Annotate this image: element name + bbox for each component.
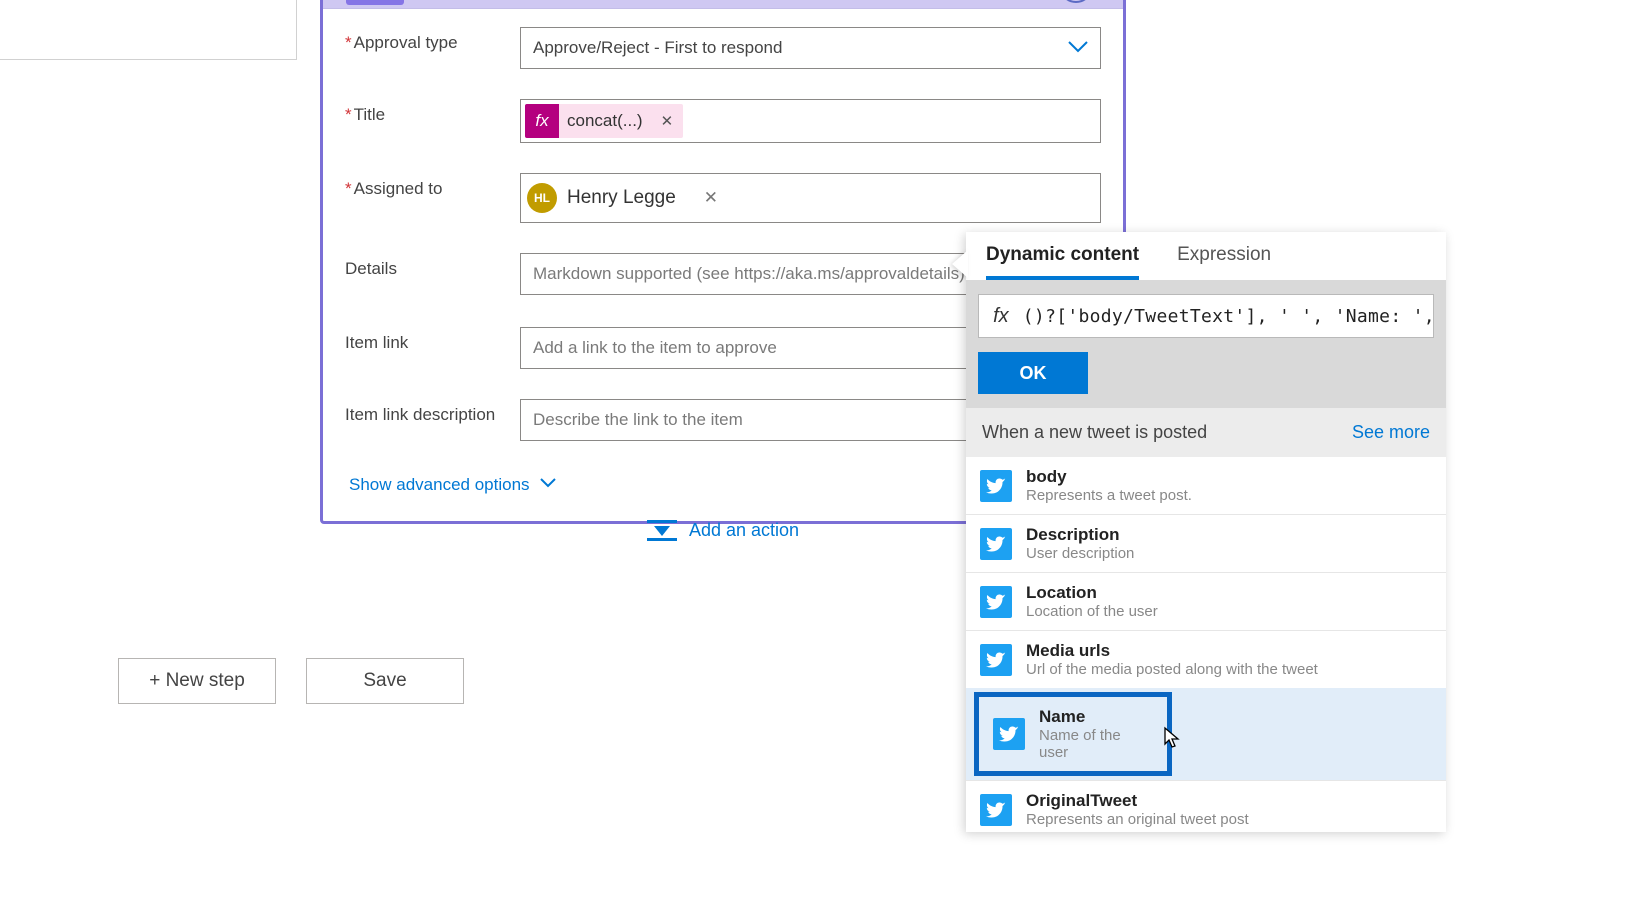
item-link-desc-placeholder: Describe the link to the item	[533, 410, 743, 430]
twitter-icon	[980, 644, 1012, 676]
dyn-item-original-tweet[interactable]: OriginalTweet Represents an original twe…	[966, 781, 1446, 838]
left-panel	[0, 0, 297, 60]
label-approval-type: *Approval type	[345, 27, 520, 53]
item-title: Media urls	[1026, 641, 1318, 661]
label-title: *Title	[345, 99, 520, 125]
cursor-icon	[1162, 726, 1184, 752]
dyn-item-description[interactable]: Description User description	[966, 515, 1446, 573]
item-title: OriginalTweet	[1026, 791, 1249, 811]
remove-pill-icon[interactable]: ✕	[651, 112, 684, 130]
twitter-icon	[980, 470, 1012, 502]
save-button[interactable]: Save	[306, 658, 464, 704]
details-placeholder: Markdown supported (see https://aka.ms/a…	[533, 264, 965, 284]
section-header: When a new tweet is posted See more	[966, 408, 1446, 457]
panel-pointer	[952, 250, 968, 278]
item-link-placeholder: Add a link to the item to approve	[533, 338, 777, 358]
dynamic-content-panel: Dynamic content Expression fx ()?['body/…	[966, 232, 1446, 832]
add-action-label: Add an action	[689, 520, 799, 541]
chevron-down-icon	[1068, 37, 1088, 60]
concat-text: concat(...)	[559, 111, 651, 131]
expression-area: fx ()?['body/TweetText'], ' ', 'Name: ',…	[966, 280, 1446, 408]
ok-button[interactable]: OK	[978, 352, 1088, 394]
item-title: body	[1026, 467, 1192, 487]
twitter-icon	[980, 586, 1012, 618]
item-title: Description	[1026, 525, 1134, 545]
item-sub: Url of the media posted along with the t…	[1026, 661, 1318, 678]
title-input[interactable]: fx concat(...) ✕	[520, 99, 1101, 143]
item-sub: Name of the user	[1039, 727, 1153, 761]
item-sub: Location of the user	[1026, 603, 1158, 620]
item-link-desc-input[interactable]: Describe the link to the item	[520, 399, 970, 441]
item-sub: Represents a tweet post.	[1026, 487, 1192, 504]
section-title: When a new tweet is posted	[982, 422, 1207, 443]
tab-dynamic-content[interactable]: Dynamic content	[986, 244, 1139, 280]
dyn-item-location[interactable]: Location Location of the user	[966, 573, 1446, 631]
see-more-link[interactable]: See more	[1352, 422, 1430, 443]
label-item-link: Item link	[345, 327, 520, 353]
row-title: *Title fx concat(...) ✕	[345, 99, 1101, 143]
person-pill[interactable]: HL Henry Legge ✕	[525, 181, 724, 215]
person-name: Henry Legge	[567, 187, 676, 209]
row-approval-type: *Approval type Approve/Reject - First to…	[345, 27, 1101, 69]
card-header	[323, 0, 1123, 9]
dyn-item-name-row[interactable]: Name Name of the user	[966, 688, 1446, 781]
remove-person-icon[interactable]: ✕	[704, 188, 718, 208]
row-assigned-to: *Assigned to HL Henry Legge ✕	[345, 173, 1101, 223]
item-link-input[interactable]: Add a link to the item to approve	[520, 327, 970, 369]
item-sub: Represents an original tweet post	[1026, 811, 1249, 828]
fx-icon: fx	[979, 305, 1023, 328]
item-sub: User description	[1026, 545, 1134, 562]
twitter-icon	[980, 794, 1012, 826]
item-title: Name	[1039, 707, 1153, 727]
label-item-link-desc: Item link description	[345, 399, 520, 425]
assigned-to-input[interactable]: HL Henry Legge ✕	[520, 173, 1101, 223]
insert-action-icon	[647, 520, 677, 541]
label-details: Details	[345, 253, 520, 279]
approval-type-value: Approve/Reject - First to respond	[533, 38, 782, 58]
twitter-icon	[980, 528, 1012, 560]
avatar: HL	[527, 183, 557, 213]
concat-pill[interactable]: fx concat(...) ✕	[525, 104, 683, 138]
panel-tabs: Dynamic content Expression	[966, 232, 1446, 280]
fx-icon: fx	[525, 104, 559, 138]
dyn-item-media-urls[interactable]: Media urls Url of the media posted along…	[966, 631, 1446, 688]
advanced-label: Show advanced options	[349, 475, 530, 495]
approval-type-select[interactable]: Approve/Reject - First to respond	[520, 27, 1101, 69]
label-assigned-to: *Assigned to	[345, 173, 520, 199]
dyn-item-name-selected[interactable]: Name Name of the user	[974, 692, 1172, 776]
expression-text: ()?['body/TweetText'], ' ', 'Name: ',	[1023, 306, 1433, 327]
card-header-icon	[346, 0, 404, 5]
new-step-button[interactable]: + New step	[118, 658, 276, 704]
expression-input[interactable]: fx ()?['body/TweetText'], ' ', 'Name: ',	[978, 294, 1434, 338]
chevron-down-icon	[540, 476, 556, 494]
dyn-item-body[interactable]: body Represents a tweet post.	[966, 457, 1446, 515]
item-title: Location	[1026, 583, 1158, 603]
twitter-icon	[993, 718, 1025, 750]
tab-expression[interactable]: Expression	[1177, 244, 1271, 280]
footer-buttons: + New step Save	[118, 658, 464, 704]
